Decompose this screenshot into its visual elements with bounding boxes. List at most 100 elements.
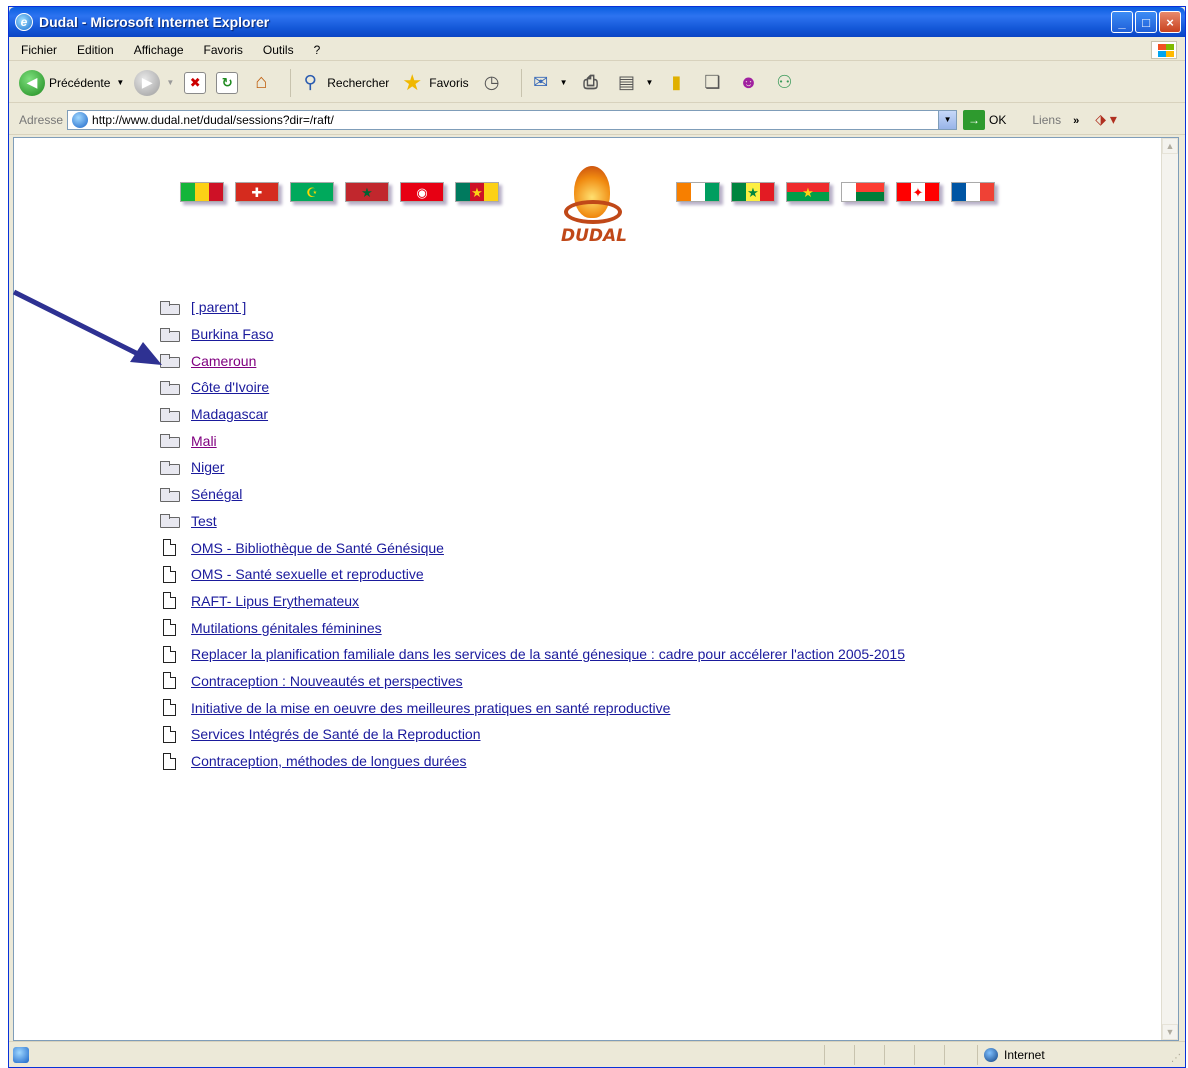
logo-ring bbox=[564, 200, 622, 224]
mail-button[interactable]: ✉ ▼ bbox=[528, 70, 568, 96]
mail-icon: ✉ bbox=[533, 72, 549, 92]
stop-button[interactable]: ✖ bbox=[184, 71, 207, 94]
menu-outils[interactable]: Outils bbox=[253, 43, 304, 57]
document-icon bbox=[163, 725, 176, 743]
flag-symbol-icon: ◉ bbox=[416, 184, 428, 200]
forward-dropdown-icon[interactable]: ▼ bbox=[166, 78, 174, 87]
menu-edition[interactable]: Edition bbox=[67, 43, 124, 57]
links-toolbar[interactable]: Liens » bbox=[1032, 113, 1079, 127]
go-label: OK bbox=[989, 112, 1007, 127]
forward-arrow-icon: ▶ bbox=[134, 69, 161, 96]
maximize-button[interactable]: □ bbox=[1135, 11, 1157, 33]
folder-row: Niger bbox=[160, 454, 905, 481]
toolbar-separator bbox=[290, 68, 292, 97]
address-field[interactable]: ▼ bbox=[67, 109, 958, 130]
folder-icon bbox=[160, 434, 180, 449]
file-row: Mutilations génitales féminines bbox=[160, 614, 905, 641]
folder-link[interactable]: Madagascar bbox=[191, 406, 268, 422]
menu-favoris[interactable]: Favoris bbox=[194, 43, 253, 57]
file-link[interactable]: Contraception, méthodes de longues durée… bbox=[191, 753, 467, 769]
close-button[interactable]: × bbox=[1159, 11, 1181, 33]
go-button[interactable]: → OK bbox=[963, 109, 1007, 130]
menu-affichage[interactable]: Affichage bbox=[124, 43, 194, 57]
history-button[interactable]: ◷ bbox=[479, 70, 505, 96]
menu-bar: Fichier Edition Affichage Favoris Outils… bbox=[9, 39, 1185, 61]
favorites-button[interactable]: ★ Favoris bbox=[399, 70, 468, 96]
folder-link[interactable]: Côte d'Ivoire bbox=[191, 379, 269, 395]
search-button[interactable]: ⚲ Rechercher bbox=[297, 70, 390, 96]
flag-france bbox=[951, 182, 995, 202]
address-label: Adresse bbox=[19, 112, 64, 127]
file-row: Services Intégrés de Santé de la Reprodu… bbox=[160, 721, 905, 748]
page-viewport: ✚ ☪ ★ ◉ ★ DUDAL ★ ★ ✦ [ parent ] Burkina Faso Ca… bbox=[13, 137, 1179, 1041]
page-icon bbox=[72, 111, 89, 128]
flag-symbol-icon: ☪ bbox=[306, 184, 318, 200]
refresh-button[interactable]: ↻ bbox=[216, 71, 239, 94]
globe-icon bbox=[984, 1048, 998, 1062]
minimize-button[interactable]: _ bbox=[1111, 11, 1133, 33]
address-bar: Adresse ▼ → OK Liens » ⬗ ▾ bbox=[9, 105, 1185, 135]
mail-dropdown-icon[interactable]: ▼ bbox=[560, 78, 568, 87]
chevron-right-icon[interactable]: » bbox=[1073, 115, 1079, 127]
directory-listing: [ parent ] Burkina Faso Cameroun Côte d'Ivo… bbox=[160, 294, 905, 774]
folder-icon bbox=[160, 300, 180, 315]
title-bar[interactable]: e Dudal - Microsoft Internet Explorer _ … bbox=[9, 7, 1185, 37]
back-dropdown-icon[interactable]: ▼ bbox=[116, 78, 124, 87]
back-button[interactable]: ◀ Précédente ▼ bbox=[19, 69, 124, 96]
contacts-button[interactable]: ⚇ bbox=[771, 70, 797, 96]
folder-icon bbox=[160, 487, 180, 502]
folder-row: Côte d'Ivoire bbox=[160, 374, 905, 401]
folder-icon bbox=[160, 327, 180, 342]
standard-toolbar: ◀ Précédente ▼ ▶ ▼ ✖ ↻ ⌂ ⚲ Rechercher ★ … bbox=[9, 63, 1185, 103]
messenger-button[interactable]: ☻ bbox=[735, 70, 761, 96]
vertical-scrollbar[interactable]: ▲ ▼ bbox=[1161, 138, 1178, 1040]
research-button[interactable]: ❏ bbox=[699, 70, 725, 96]
folder-link[interactable]: Test bbox=[191, 513, 217, 529]
file-link[interactable]: Services Intégrés de Santé de la Reprodu… bbox=[191, 726, 481, 742]
toolbar-extension-icon[interactable]: ⬗ ▾ bbox=[1095, 111, 1117, 128]
folder-row: Madagascar bbox=[160, 401, 905, 428]
scroll-down-icon[interactable]: ▼ bbox=[1162, 1024, 1178, 1040]
flag-senegal: ★ bbox=[731, 182, 775, 202]
history-icon: ◷ bbox=[483, 72, 500, 92]
file-row: OMS - Bibliothèque de Santé Génésique bbox=[160, 534, 905, 561]
home-button[interactable]: ⌂ bbox=[248, 70, 274, 96]
file-link[interactable]: Contraception : Nouveautés et perspectiv… bbox=[191, 673, 463, 689]
home-icon: ⌂ bbox=[255, 71, 268, 93]
page-status-icon bbox=[13, 1046, 29, 1063]
folder-link[interactable]: Cameroun bbox=[191, 353, 256, 369]
menu-help[interactable]: ? bbox=[304, 43, 331, 57]
discuss-button[interactable]: ▮ bbox=[663, 70, 689, 96]
resize-grip-icon[interactable]: ⋰ bbox=[1171, 1053, 1181, 1064]
folder-row: Sénégal bbox=[160, 481, 905, 508]
folder-link[interactable]: Burkina Faso bbox=[191, 326, 273, 342]
contacts-icon: ⚇ bbox=[776, 72, 793, 92]
edit-dropdown-icon[interactable]: ▼ bbox=[646, 78, 654, 87]
folder-link[interactable]: [ parent ] bbox=[191, 299, 246, 315]
windows-logo-icon bbox=[1151, 41, 1177, 59]
menu-fichier[interactable]: Fichier bbox=[9, 43, 67, 57]
file-link[interactable]: Initiative de la mise en oeuvre des meil… bbox=[191, 700, 670, 716]
scroll-up-icon[interactable]: ▲ bbox=[1162, 138, 1178, 154]
note-icon: ▮ bbox=[671, 72, 682, 92]
file-link[interactable]: OMS - Santé sexuelle et reproductive bbox=[191, 566, 424, 582]
file-link[interactable]: RAFT- Lipus Erythemateux bbox=[191, 593, 359, 609]
zone-label: Internet bbox=[1004, 1048, 1045, 1062]
edit-button[interactable]: ▤ ▼ bbox=[614, 70, 654, 96]
print-button[interactable]: ⎙ bbox=[578, 70, 604, 96]
folder-link[interactable]: Niger bbox=[191, 459, 224, 475]
flag-madagascar bbox=[841, 182, 885, 202]
address-input[interactable] bbox=[92, 112, 933, 127]
flag-cote-divoire bbox=[676, 182, 720, 202]
ie-logo-icon: e bbox=[15, 13, 33, 31]
folder-icon bbox=[160, 354, 180, 369]
file-link[interactable]: OMS - Bibliothèque de Santé Génésique bbox=[191, 540, 444, 556]
folder-icon bbox=[160, 380, 180, 395]
file-link[interactable]: Replacer la planification familiale dans… bbox=[191, 646, 905, 662]
forward-button[interactable]: ▶ ▼ bbox=[134, 69, 174, 96]
search-icon: ⚲ bbox=[303, 72, 317, 92]
folder-link[interactable]: Sénégal bbox=[191, 486, 242, 502]
file-link[interactable]: Mutilations génitales féminines bbox=[191, 620, 382, 636]
folder-link[interactable]: Mali bbox=[191, 433, 217, 449]
address-dropdown-icon[interactable]: ▼ bbox=[938, 110, 957, 129]
